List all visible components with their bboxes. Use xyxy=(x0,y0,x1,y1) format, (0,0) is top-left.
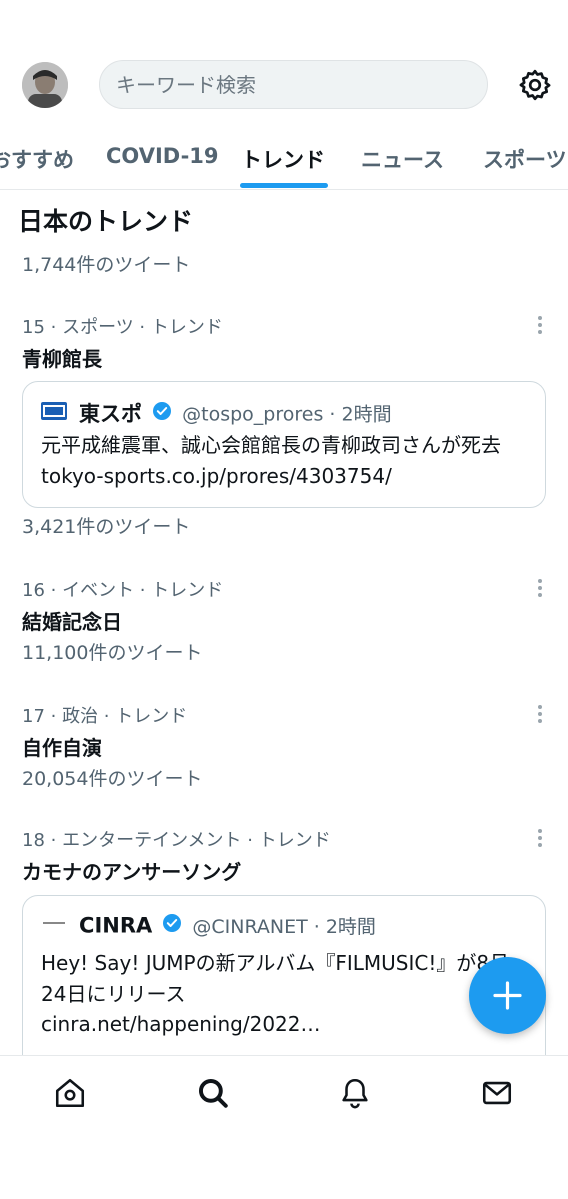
more-icon[interactable] xyxy=(530,578,550,598)
trend-meta: 15 · スポーツ · トレンド xyxy=(22,317,223,338)
card-header: CINRA @CINRANET · 2時間 xyxy=(41,912,376,940)
avatar[interactable] xyxy=(22,62,68,108)
news-card[interactable]: CINRA @CINRANET · 2時間 Hey! Say! JUMPの新アル… xyxy=(22,895,546,1075)
bottom-nav xyxy=(0,1055,568,1135)
tab-sports[interactable]: スポーツ xyxy=(483,144,567,174)
trend-meta: 16 · イベント · トレンド xyxy=(22,580,224,601)
more-icon[interactable] xyxy=(530,704,550,724)
trend-meta: 18 · エンターテインメント · トレンド xyxy=(22,830,331,851)
section-title: 日本のトレンド xyxy=(18,207,194,236)
home-icon[interactable] xyxy=(53,1076,87,1110)
news-card[interactable]: 東スポ @tospo_prores · 2時間 元平成維震軍、誠心会館館長の青柳… xyxy=(22,381,546,508)
trend-name: カモナのアンサーソング xyxy=(22,860,242,884)
tab-covid19[interactable]: COVID-19 xyxy=(106,144,219,168)
gear-icon[interactable] xyxy=(517,67,553,103)
search-input[interactable] xyxy=(116,61,476,108)
source-name: CINRA xyxy=(79,913,153,938)
trend-name: 自作自演 xyxy=(22,736,102,760)
source-name: 東スポ xyxy=(79,402,143,426)
tab-recommended[interactable]: おすすめ xyxy=(0,144,74,174)
cinra-logo-icon xyxy=(41,914,67,937)
trend-tweet-count: 3,421件のツイート xyxy=(22,516,191,538)
tab-news[interactable]: ニュース xyxy=(361,144,444,174)
card-link[interactable]: cinra.net/happening/2022… xyxy=(41,1009,529,1040)
trend-tweet-count: 11,100件のツイート xyxy=(22,642,203,664)
source-handle: @CINRANET · 2時間 xyxy=(192,916,376,938)
more-icon[interactable] xyxy=(530,315,550,335)
source-handle: @tospo_prores · 2時間 xyxy=(182,403,392,426)
card-header: 東スポ @tospo_prores · 2時間 xyxy=(41,398,392,426)
card-text: Hey! Say! JUMPの新アルバム『FILMUSIC!』が8月24日にリリ… xyxy=(41,951,510,1006)
trend-tweet-count: 20,054件のツイート xyxy=(22,768,203,790)
top-header xyxy=(0,0,568,120)
plus-icon xyxy=(493,981,522,1010)
active-tab-indicator xyxy=(240,183,328,188)
mail-icon[interactable] xyxy=(480,1076,514,1110)
verified-badge-icon xyxy=(162,913,182,938)
section-tweet-count: 1,744件のツイート xyxy=(22,254,191,276)
trend-meta: 17 · 政治 · トレンド xyxy=(22,706,188,727)
search-icon[interactable] xyxy=(196,1076,230,1110)
compose-button[interactable] xyxy=(469,957,546,1034)
tab-trends[interactable]: トレンド xyxy=(241,144,325,174)
search-bar[interactable] xyxy=(99,60,488,109)
verified-badge-icon xyxy=(152,401,172,426)
more-icon[interactable] xyxy=(530,828,550,848)
tospo-logo-icon xyxy=(41,401,67,425)
card-text: 元平成維震軍、誠心会館館長の青柳政司さんが死去 tokyo-sports.co.… xyxy=(41,433,528,488)
trend-name: 青柳館長 xyxy=(22,347,102,371)
explore-tabs: おすすめ COVID-19 トレンド ニュース スポーツ xyxy=(0,130,568,190)
bell-icon[interactable] xyxy=(338,1076,372,1110)
trend-name: 結婚記念日 xyxy=(22,610,122,634)
